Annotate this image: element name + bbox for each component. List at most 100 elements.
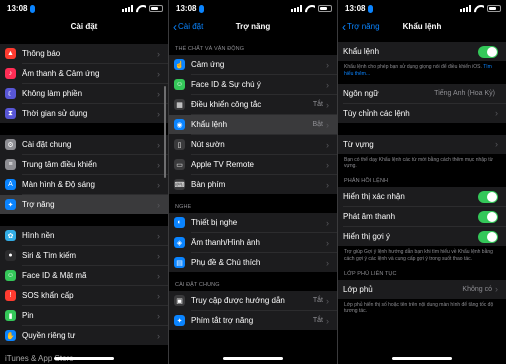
settings-item[interactable]: ⧗ Thời gian sử dụng › [0, 104, 168, 123]
battery-status-icon [487, 5, 501, 12]
settings-item[interactable]: ▮ Pin › [0, 306, 168, 325]
wifi-icon [305, 5, 315, 13]
accessibility-item[interactable]: ☝ Cảm ứng › [169, 55, 337, 74]
item-label: Phím tắt trợ năng [191, 316, 254, 325]
chevron-right-icon: › [157, 199, 160, 210]
lock-icon: ▣ [174, 295, 185, 306]
item-label: Truy cập được hướng dẫn [191, 296, 285, 305]
toggle-label: Hiển thị gợi ý [343, 232, 391, 241]
feedback-toggle[interactable] [478, 210, 498, 223]
ear-icon: ◐ [174, 217, 185, 228]
item-label: Phụ đề & Chú thích [191, 258, 261, 267]
sos-icon: ! [5, 290, 16, 301]
section-footer: Trợ giúp Gợi ý lệnh hướng dẫn bạn khi tì… [344, 249, 493, 262]
scrollbar[interactable] [164, 86, 166, 178]
battery-icon: ▮ [5, 310, 16, 321]
voice-control-toggle[interactable] [478, 45, 498, 58]
accessibility-item[interactable]: ▭ Apple TV Remote › [169, 155, 337, 174]
settings-item[interactable]: ✿ Hình nền › [0, 226, 168, 245]
accessibility-item[interactable]: ⌨ Bàn phím › [169, 175, 337, 194]
settings-item[interactable]: ! SOS khẩn cấp › [0, 286, 168, 305]
feedback-toggle-row: Hiển thị gợi ý [338, 227, 506, 246]
status-bar: 13:08 [338, 0, 506, 17]
chevron-left-icon: ‹ [173, 19, 177, 34]
siri-icon: ● [5, 250, 16, 261]
nav-bar: ‹ Cài đặt Trợ năng [169, 17, 337, 36]
feedback-toggle[interactable] [478, 190, 498, 203]
chevron-right-icon: › [157, 68, 160, 79]
section-footer: Lớp phủ hiển thị số hoặc tên trên nội du… [344, 301, 494, 315]
feedback-toggle[interactable] [478, 230, 498, 243]
speaker-icon: ♪ [5, 68, 16, 79]
hearing-item[interactable]: ◐ Thiết bị nghe › [169, 213, 337, 232]
accessibility-icon: ✦ [5, 199, 16, 210]
chevron-right-icon: › [157, 230, 160, 241]
chevron-right-icon: › [157, 330, 160, 341]
accessibility-icon: ✦ [174, 315, 185, 326]
toggle-label: Phát âm thanh [343, 212, 396, 221]
chevron-right-icon: › [326, 159, 329, 170]
voice-control-panel: 13:08 ‹ Trợ năng Khẩu lệnh Khẩu lệnh Khẩu… [338, 0, 506, 364]
wallpaper-icon: ✿ [5, 230, 16, 241]
chevron-right-icon: › [157, 139, 160, 150]
vocabulary-row[interactable]: Từ vựng › [338, 135, 506, 154]
back-button[interactable]: ‹ Cài đặt [173, 17, 203, 36]
item-label: Apple TV Remote [191, 160, 254, 169]
item-label: Không làm phiền [22, 89, 83, 98]
customize-label: Tùy chỉnh các lệnh [343, 108, 410, 118]
chevron-right-icon: › [157, 48, 160, 59]
chevron-right-icon: › [157, 250, 160, 261]
chevron-right-icon: › [326, 59, 329, 70]
general-item[interactable]: ▣ Truy cập được hướng dẫn Tắt › [169, 291, 337, 310]
status-time: 13:08 [345, 4, 366, 13]
home-indicator[interactable] [392, 357, 452, 360]
item-label: Trung tâm điều khiển [22, 160, 97, 169]
settings-item[interactable]: ● Siri & Tìm kiếm › [0, 246, 168, 265]
customize-commands-row[interactable]: Tùy chỉnh các lệnh › [338, 104, 506, 123]
settings-item[interactable]: ⚙ Cài đặt chung › [0, 135, 168, 154]
chevron-right-icon: › [157, 290, 160, 301]
section-header: PHẢN HỒI LỆNH [344, 178, 389, 184]
chevron-right-icon: › [326, 237, 329, 248]
wifi-icon [136, 5, 146, 13]
hearing-item[interactable]: ▤ Phụ đề & Chú thích › [169, 253, 337, 272]
section-header: THỂ CHẤT VÀ VẬN ĐỘNG [175, 46, 245, 52]
language-value: Tiếng Anh (Hoa Kỳ) [434, 89, 495, 97]
accessibility-item[interactable]: ☺ Face ID & Sự chú ý › [169, 75, 337, 94]
accessibility-item[interactable]: ▯ Nút sườn › [169, 135, 337, 154]
item-label: Trợ năng [22, 200, 55, 209]
settings-item[interactable]: ☾ Không làm phiền › [0, 84, 168, 103]
item-label: Màn hình & Độ sáng [22, 180, 95, 189]
settings-item[interactable]: ♪ Âm thanh & Cảm ứng › [0, 64, 168, 83]
status-bar: 13:08 [169, 0, 337, 17]
settings-item[interactable]: A Màn hình & Độ sáng › [0, 175, 168, 194]
subtitles-icon: ▤ [174, 257, 185, 268]
language-row[interactable]: Ngôn ngữ Tiếng Anh (Hoa Kỳ) [338, 84, 506, 103]
settings-panel: 13:08 Cài đặt ▲ Thông báo › ♪ Âm thanh & Cảm… [0, 0, 168, 364]
nav-bar: ‹ Trợ năng Khẩu lệnh [338, 17, 506, 36]
settings-item[interactable]: ☺ Face ID & Mật mã › [0, 266, 168, 285]
bell-icon: ▲ [5, 48, 16, 59]
home-indicator[interactable] [54, 357, 114, 360]
hearing-item[interactable]: ◈ Âm thanh/Hình ảnh › [169, 233, 337, 252]
page-title: Khẩu lệnh [402, 22, 442, 31]
status-time: 13:08 [176, 4, 197, 13]
item-label: Face ID & Mật mã [22, 271, 87, 280]
settings-item[interactable]: ▲ Thông báo › [0, 44, 168, 63]
accessibility-item[interactable]: ▦ Điều khiển công tắc Tắt › [169, 95, 337, 114]
settings-item[interactable]: ✦ Trợ năng › [0, 195, 168, 214]
general-item[interactable]: ✦ Phím tắt trợ năng Tắt › [169, 311, 337, 330]
back-button[interactable]: ‹ Trợ năng [342, 17, 380, 36]
hourglass-icon: ⧗ [5, 108, 16, 119]
brightness-icon: A [5, 179, 16, 190]
home-indicator[interactable] [223, 357, 283, 360]
item-label: Thiết bị nghe [191, 218, 238, 227]
accessibility-item[interactable]: ◉ Khẩu lệnh Bật › [169, 115, 337, 134]
settings-item[interactable]: ≡ Trung tâm điều khiển › [0, 155, 168, 174]
toggle-label: Hiển thị xác nhận [343, 192, 405, 201]
overlay-row[interactable]: Lớp phủ Không có › [338, 280, 506, 299]
signal-icon [460, 5, 471, 12]
settings-item[interactable]: ✋ Quyền riêng tư › [0, 326, 168, 345]
signal-icon [291, 5, 302, 12]
item-label: Siri & Tìm kiếm [22, 251, 77, 260]
